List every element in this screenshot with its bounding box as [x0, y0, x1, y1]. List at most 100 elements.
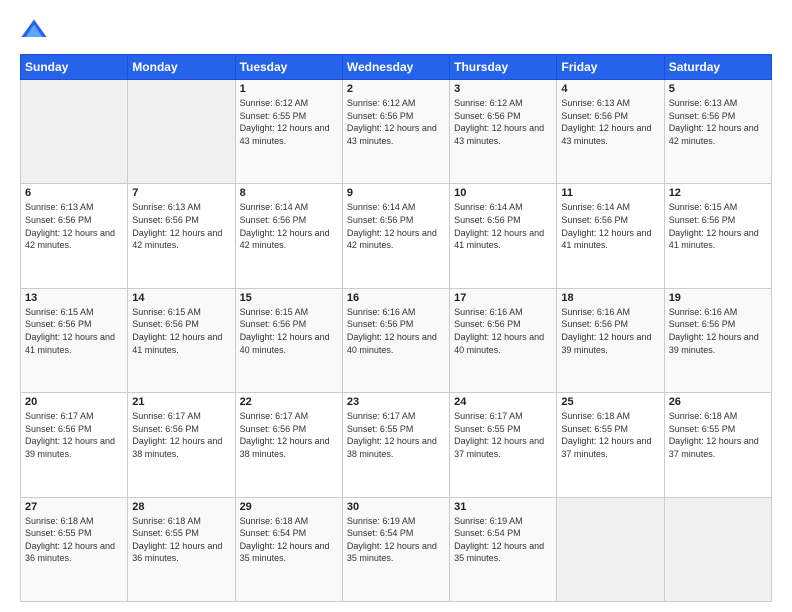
day-number: 9 — [347, 187, 445, 199]
logo — [20, 16, 52, 44]
weekday-sunday: Sunday — [21, 55, 128, 80]
day-cell: 26 Sunrise: 6:18 AM Sunset: 6:55 PM Dayli… — [664, 393, 771, 497]
day-cell: 28 Sunrise: 6:18 AM Sunset: 6:55 PM Dayli… — [128, 497, 235, 601]
day-cell: 24 Sunrise: 6:17 AM Sunset: 6:55 PM Dayli… — [450, 393, 557, 497]
day-number: 30 — [347, 501, 445, 513]
day-info: Sunrise: 6:13 AM Sunset: 6:56 PM Dayligh… — [669, 97, 767, 147]
day-info: Sunrise: 6:15 AM Sunset: 6:56 PM Dayligh… — [132, 306, 230, 356]
day-info: Sunrise: 6:12 AM Sunset: 6:56 PM Dayligh… — [454, 97, 552, 147]
day-number: 3 — [454, 83, 552, 95]
day-info: Sunrise: 6:16 AM Sunset: 6:56 PM Dayligh… — [347, 306, 445, 356]
day-info: Sunrise: 6:13 AM Sunset: 6:56 PM Dayligh… — [132, 201, 230, 251]
day-number: 1 — [240, 83, 338, 95]
week-row-4: 20 Sunrise: 6:17 AM Sunset: 6:56 PM Dayli… — [21, 393, 772, 497]
day-cell: 4Sunrise: 6:13 AM Sunset: 6:56 PM Daylig… — [557, 80, 664, 184]
day-cell: 6Sunrise: 6:13 AM Sunset: 6:56 PM Daylig… — [21, 184, 128, 288]
day-cell: 12 Sunrise: 6:15 AM Sunset: 6:56 PM Dayli… — [664, 184, 771, 288]
day-info: Sunrise: 6:18 AM Sunset: 6:55 PM Dayligh… — [25, 515, 123, 565]
day-info: Sunrise: 6:15 AM Sunset: 6:56 PM Dayligh… — [669, 201, 767, 251]
day-number: 6 — [25, 187, 123, 199]
day-cell: 25Sunrise: 6:18 AM Sunset: 6:55 PM Dayli… — [557, 393, 664, 497]
day-cell: 31 Sunrise: 6:19 AM Sunset: 6:54 PM Dayli… — [450, 497, 557, 601]
day-cell: 29 Sunrise: 6:18 AM Sunset: 6:54 PM Dayli… — [235, 497, 342, 601]
day-number: 8 — [240, 187, 338, 199]
day-cell: 11 Sunrise: 6:14 AM Sunset: 6:56 PM Dayli… — [557, 184, 664, 288]
day-number: 14 — [132, 292, 230, 304]
week-row-3: 13 Sunrise: 6:15 AM Sunset: 6:56 PM Dayli… — [21, 288, 772, 392]
day-info: Sunrise: 6:19 AM Sunset: 6:54 PM Dayligh… — [347, 515, 445, 565]
day-number: 23 — [347, 396, 445, 408]
day-info: Sunrise: 6:19 AM Sunset: 6:54 PM Dayligh… — [454, 515, 552, 565]
day-cell: 19 Sunrise: 6:16 AM Sunset: 6:56 PM Dayli… — [664, 288, 771, 392]
day-info: Sunrise: 6:17 AM Sunset: 6:55 PM Dayligh… — [454, 410, 552, 460]
page: SundayMondayTuesdayWednesdayThursdayFrid… — [0, 0, 792, 612]
header — [20, 16, 772, 44]
day-info: Sunrise: 6:12 AM Sunset: 6:56 PM Dayligh… — [347, 97, 445, 147]
day-cell: 16 Sunrise: 6:16 AM Sunset: 6:56 PM Dayli… — [342, 288, 449, 392]
day-info: Sunrise: 6:18 AM Sunset: 6:54 PM Dayligh… — [240, 515, 338, 565]
day-info: Sunrise: 6:17 AM Sunset: 6:55 PM Dayligh… — [347, 410, 445, 460]
day-number: 22 — [240, 396, 338, 408]
day-number: 11 — [561, 187, 659, 199]
weekday-saturday: Saturday — [664, 55, 771, 80]
day-cell: 13 Sunrise: 6:15 AM Sunset: 6:56 PM Dayli… — [21, 288, 128, 392]
day-cell: 20Sunrise: 6:17 AM Sunset: 6:56 PM Dayli… — [21, 393, 128, 497]
day-number: 20 — [25, 396, 123, 408]
weekday-friday: Friday — [557, 55, 664, 80]
day-number: 19 — [669, 292, 767, 304]
day-info: Sunrise: 6:18 AM Sunset: 6:55 PM Dayligh… — [132, 515, 230, 565]
weekday-monday: Monday — [128, 55, 235, 80]
day-number: 16 — [347, 292, 445, 304]
day-cell: 17 Sunrise: 6:16 AM Sunset: 6:56 PM Dayli… — [450, 288, 557, 392]
day-cell: 10Sunrise: 6:14 AM Sunset: 6:56 PM Dayli… — [450, 184, 557, 288]
day-number: 28 — [132, 501, 230, 513]
day-cell — [557, 497, 664, 601]
day-info: Sunrise: 6:17 AM Sunset: 6:56 PM Dayligh… — [132, 410, 230, 460]
day-cell: 1 Sunrise: 6:12 AM Sunset: 6:55 PM Daylig… — [235, 80, 342, 184]
day-info: Sunrise: 6:17 AM Sunset: 6:56 PM Dayligh… — [240, 410, 338, 460]
calendar: SundayMondayTuesdayWednesdayThursdayFrid… — [20, 54, 772, 602]
week-row-5: 27 Sunrise: 6:18 AM Sunset: 6:55 PM Dayli… — [21, 497, 772, 601]
day-number: 15 — [240, 292, 338, 304]
day-cell — [21, 80, 128, 184]
weekday-wednesday: Wednesday — [342, 55, 449, 80]
day-info: Sunrise: 6:12 AM Sunset: 6:55 PM Dayligh… — [240, 97, 338, 147]
day-cell: 14 Sunrise: 6:15 AM Sunset: 6:56 PM Dayli… — [128, 288, 235, 392]
week-row-1: 1 Sunrise: 6:12 AM Sunset: 6:55 PM Daylig… — [21, 80, 772, 184]
day-number: 13 — [25, 292, 123, 304]
day-info: Sunrise: 6:14 AM Sunset: 6:56 PM Dayligh… — [561, 201, 659, 251]
logo-icon — [20, 16, 48, 44]
day-number: 12 — [669, 187, 767, 199]
day-number: 31 — [454, 501, 552, 513]
day-cell: 21 Sunrise: 6:17 AM Sunset: 6:56 PM Dayli… — [128, 393, 235, 497]
day-info: Sunrise: 6:14 AM Sunset: 6:56 PM Dayligh… — [347, 201, 445, 251]
day-info: Sunrise: 6:18 AM Sunset: 6:55 PM Dayligh… — [669, 410, 767, 460]
day-cell — [128, 80, 235, 184]
weekday-tuesday: Tuesday — [235, 55, 342, 80]
day-number: 24 — [454, 396, 552, 408]
day-info: Sunrise: 6:16 AM Sunset: 6:56 PM Dayligh… — [454, 306, 552, 356]
day-cell: 27 Sunrise: 6:18 AM Sunset: 6:55 PM Dayli… — [21, 497, 128, 601]
day-info: Sunrise: 6:16 AM Sunset: 6:56 PM Dayligh… — [669, 306, 767, 356]
day-cell — [664, 497, 771, 601]
day-cell: 22 Sunrise: 6:17 AM Sunset: 6:56 PM Dayli… — [235, 393, 342, 497]
day-info: Sunrise: 6:15 AM Sunset: 6:56 PM Dayligh… — [25, 306, 123, 356]
day-number: 29 — [240, 501, 338, 513]
day-cell: 5 Sunrise: 6:13 AM Sunset: 6:56 PM Daylig… — [664, 80, 771, 184]
day-info: Sunrise: 6:15 AM Sunset: 6:56 PM Dayligh… — [240, 306, 338, 356]
day-number: 17 — [454, 292, 552, 304]
day-cell: 15 Sunrise: 6:15 AM Sunset: 6:56 PM Dayli… — [235, 288, 342, 392]
day-cell: 7 Sunrise: 6:13 AM Sunset: 6:56 PM Daylig… — [128, 184, 235, 288]
day-number: 27 — [25, 501, 123, 513]
day-number: 21 — [132, 396, 230, 408]
day-number: 5 — [669, 83, 767, 95]
day-cell: 2Sunrise: 6:12 AM Sunset: 6:56 PM Daylig… — [342, 80, 449, 184]
day-cell: 9 Sunrise: 6:14 AM Sunset: 6:56 PM Daylig… — [342, 184, 449, 288]
week-row-2: 6 Sunrise: 6:13 AM Sunset: 6:56 PM Daylig… — [21, 184, 772, 288]
day-number: 18 — [561, 292, 659, 304]
day-number: 7 — [132, 187, 230, 199]
day-cell: 30 Sunrise: 6:19 AM Sunset: 6:54 PM Dayli… — [342, 497, 449, 601]
day-cell: 3 Sunrise: 6:12 AM Sunset: 6:56 PM Daylig… — [450, 80, 557, 184]
day-info: Sunrise: 6:18 AM Sunset: 6:55 PM Dayligh… — [561, 410, 659, 460]
day-number: 26 — [669, 396, 767, 408]
